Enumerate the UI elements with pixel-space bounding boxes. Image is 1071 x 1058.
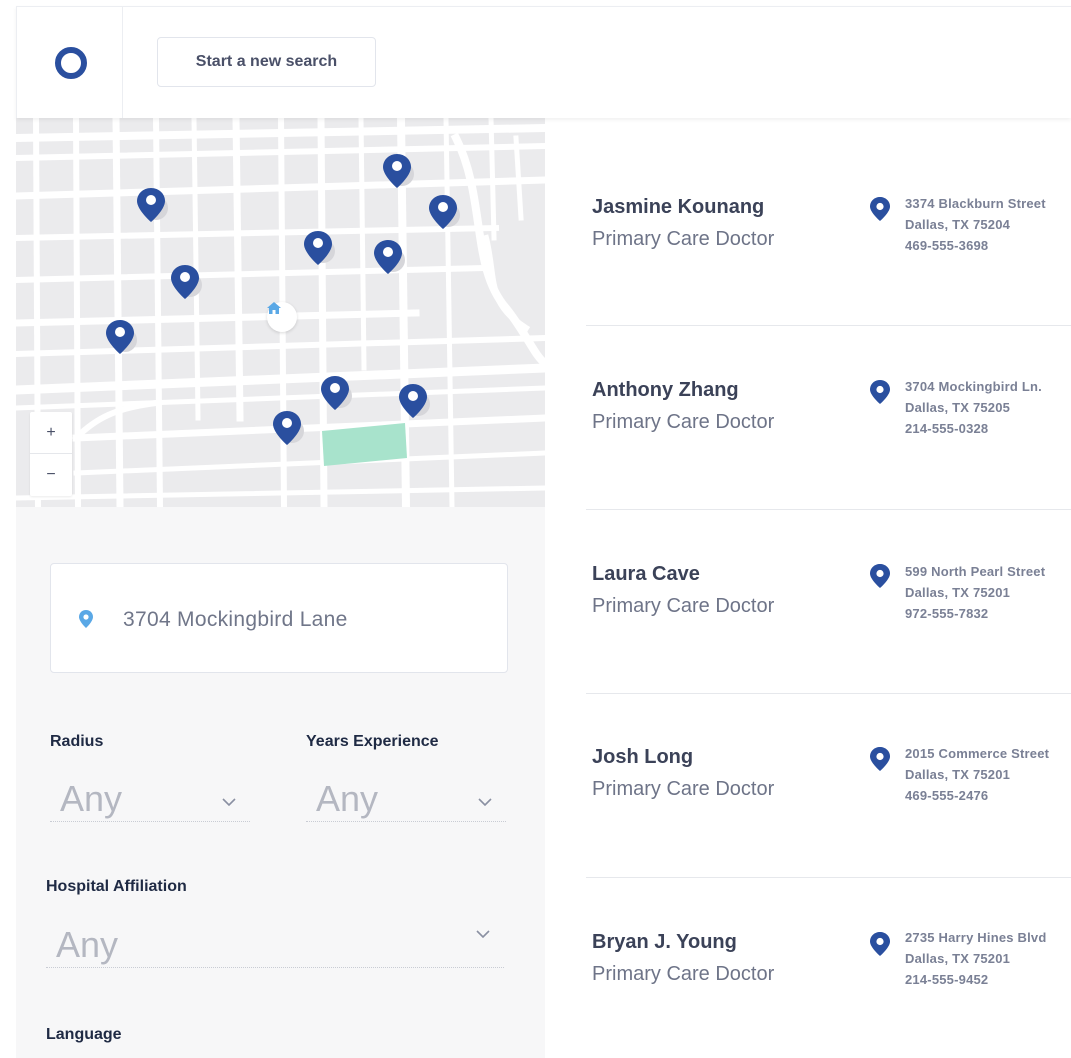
location-pin-icon (870, 197, 890, 221)
location-pin-icon (870, 380, 890, 404)
doctor-phone[interactable]: 214-555-0328 (905, 421, 988, 436)
zoom-control: + − (30, 412, 72, 496)
map-pin-icon[interactable] (137, 188, 169, 226)
doctor-street: 3704 Mockingbird Ln. (905, 379, 1042, 394)
chevron-down-icon (222, 798, 236, 806)
doctor-city: Dallas, TX 75201 (905, 951, 1011, 966)
map-pin-icon[interactable] (429, 195, 461, 233)
address-input[interactable]: 3704 Mockingbird Lane (50, 563, 508, 673)
doctor-street: 2735 Harry Hines Blvd (905, 930, 1047, 945)
zoom-in-button[interactable]: + (30, 412, 72, 454)
doctor-phone[interactable]: 469-555-2476 (905, 788, 988, 803)
doctor-street: 3374 Blackburn Street (905, 196, 1046, 211)
doctor-street: 2015 Commerce Street (905, 746, 1050, 761)
doctor-city: Dallas, TX 75201 (905, 585, 1011, 600)
doctor-phone[interactable]: 972-555-7832 (905, 606, 988, 621)
result-item[interactable]: Josh Long Primary Care Doctor 2015 Comme… (586, 694, 1071, 878)
doctor-city: Dallas, TX 75204 (905, 217, 1011, 232)
location-pin-icon (870, 932, 890, 956)
map-pin-icon[interactable] (304, 231, 336, 269)
result-item[interactable]: Jasmine Kounang Primary Care Doctor 3374… (586, 142, 1071, 326)
address-value: 3704 Mockingbird Lane (123, 608, 348, 631)
top-bar: Start a new search (16, 6, 1071, 118)
doctor-city: Dallas, TX 75205 (905, 400, 1011, 415)
logo-area[interactable] (17, 7, 123, 118)
map-pin-icon[interactable] (106, 320, 138, 358)
doctor-name[interactable]: Josh Long (592, 746, 693, 769)
map-pin-icon[interactable] (321, 376, 353, 414)
zoom-out-button[interactable]: − (30, 454, 72, 496)
years-experience-value: Any (316, 778, 379, 819)
ring-logo-icon[interactable] (55, 47, 87, 79)
doctor-street: 599 North Pearl Street (905, 564, 1046, 579)
language-label: Language (46, 1026, 122, 1043)
home-icon[interactable] (267, 302, 297, 332)
radius-value: Any (60, 778, 123, 819)
radius-select[interactable]: Any (50, 758, 250, 822)
result-item[interactable]: Bryan J. Young Primary Care Doctor 2735 … (586, 878, 1071, 1058)
radius-label: Radius (50, 733, 104, 750)
doctor-name[interactable]: Bryan J. Young (592, 931, 737, 954)
location-pin-icon (870, 747, 890, 771)
doctor-role: Primary Care Doctor (592, 411, 775, 433)
doctor-city: Dallas, TX 75201 (905, 767, 1011, 782)
map-pin-icon[interactable] (171, 265, 203, 303)
doctor-role: Primary Care Doctor (592, 778, 775, 800)
hospital-affiliation-value: Any (56, 924, 119, 965)
result-item[interactable]: Laura Cave Primary Care Doctor 599 North… (586, 510, 1071, 694)
doctor-name[interactable]: Laura Cave (592, 563, 700, 586)
hospital-affiliation-select[interactable]: Any (46, 904, 504, 968)
doctor-role: Primary Care Doctor (592, 963, 775, 985)
doctor-name[interactable]: Anthony Zhang (592, 379, 739, 402)
location-pin-icon (79, 610, 93, 628)
map-pin-icon[interactable] (383, 154, 415, 192)
start-new-search-button[interactable]: Start a new search (157, 37, 376, 87)
chevron-down-icon (476, 930, 490, 938)
chevron-down-icon (478, 798, 492, 806)
map-pin-icon[interactable] (399, 384, 431, 422)
doctor-name[interactable]: Jasmine Kounang (592, 196, 764, 219)
filter-panel: + − 3704 Mockingbird Lane Radius Any Yea… (16, 118, 545, 1058)
location-pin-icon (870, 564, 890, 588)
hospital-affiliation-label: Hospital Affiliation (46, 878, 187, 895)
years-experience-select[interactable]: Any (306, 758, 506, 822)
map-view[interactable]: + − (16, 118, 545, 507)
years-experience-label: Years Experience (306, 733, 439, 750)
map-pin-icon[interactable] (374, 240, 406, 278)
doctor-phone[interactable]: 214-555-9452 (905, 972, 988, 987)
map-pin-icon[interactable] (273, 411, 305, 449)
doctor-phone[interactable]: 469-555-3698 (905, 238, 988, 253)
doctor-role: Primary Care Doctor (592, 228, 775, 250)
doctor-role: Primary Care Doctor (592, 595, 775, 617)
result-item[interactable]: Anthony Zhang Primary Care Doctor 3704 M… (586, 326, 1071, 510)
